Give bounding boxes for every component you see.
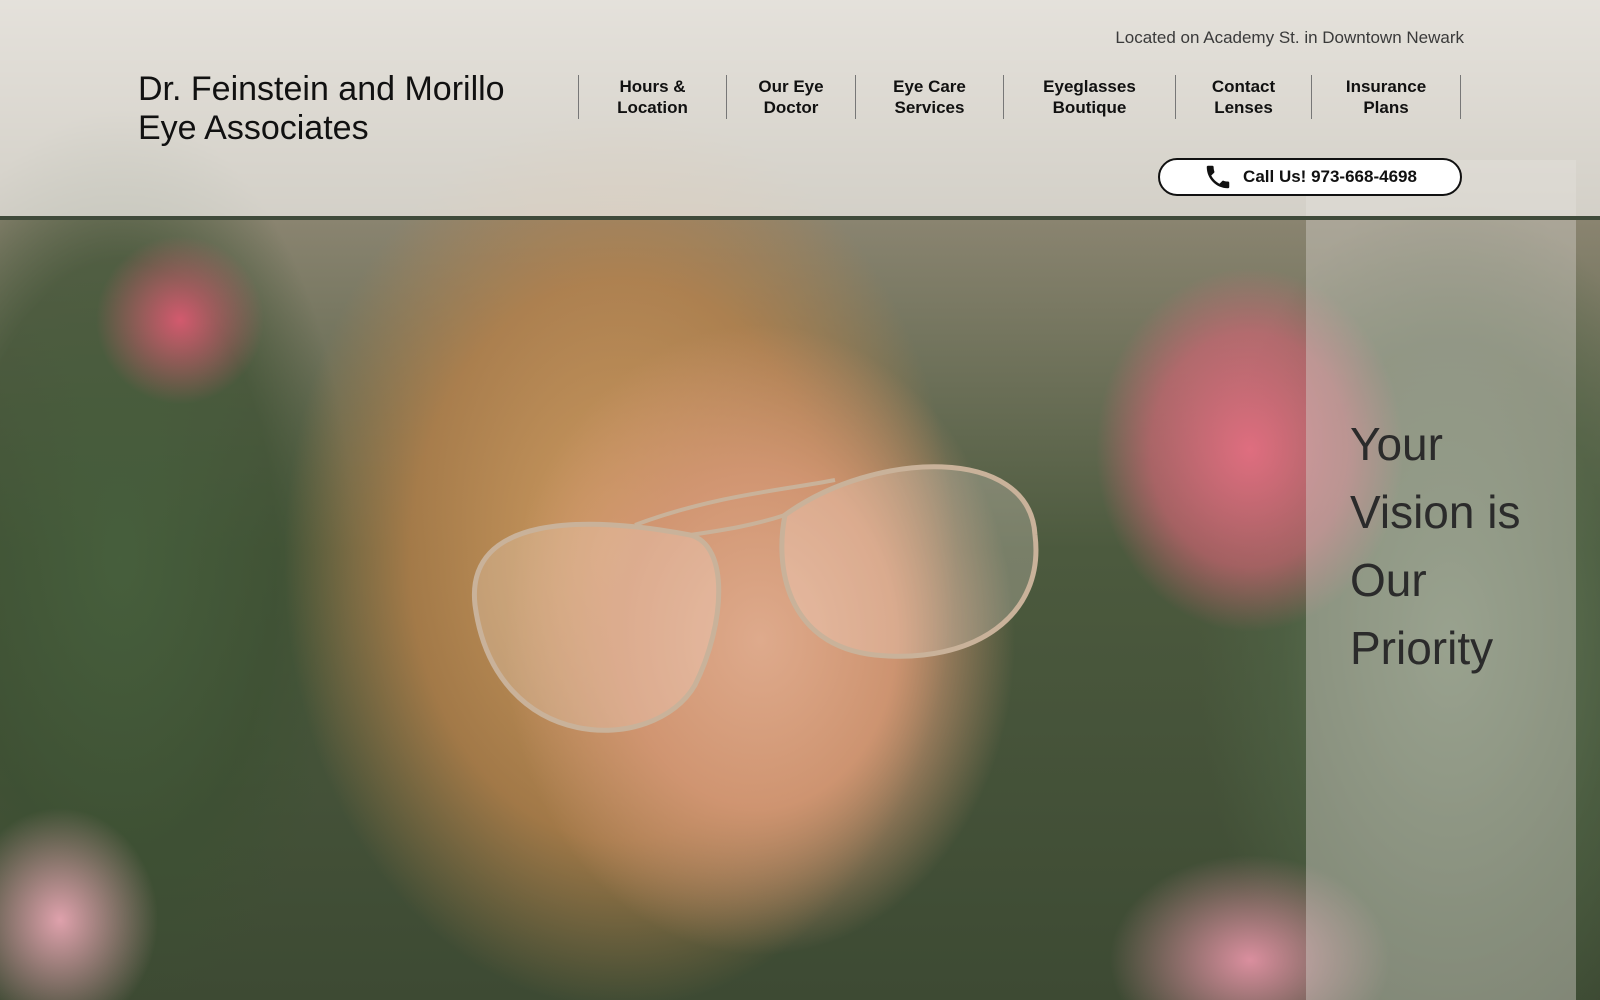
- nav-label-line-2: Plans: [1363, 98, 1409, 117]
- nav-label-line-1: Eyeglasses: [1043, 77, 1136, 96]
- nav-item-contact-lenses[interactable]: Contact Lenses: [1175, 75, 1311, 119]
- nav-item-eye-care-services[interactable]: Eye Care Services: [855, 75, 1003, 119]
- nav-label-line-2: Boutique: [1052, 98, 1127, 117]
- location-line: Located on Academy St. in Downtown Newar…: [1115, 28, 1464, 47]
- call-us-label: Call Us! 973-668-4698: [1243, 167, 1417, 186]
- nav-label-line-2: Services: [894, 98, 965, 117]
- nav-item-our-eye-doctor[interactable]: Our Eye Doctor: [726, 75, 855, 119]
- nav-label-line-2: Lenses: [1214, 98, 1273, 117]
- nav-item-insurance-plans[interactable]: Insurance Plans: [1311, 75, 1461, 119]
- nav-label-line-1: Our Eye: [758, 77, 824, 96]
- nav-item-eyeglasses-boutique[interactable]: Eyeglasses Boutique: [1003, 75, 1175, 119]
- nav-label-line-2: Location: [617, 98, 688, 117]
- phone-icon: [1206, 165, 1230, 189]
- tagline-word: Our: [1350, 554, 1427, 606]
- tagline-word: Vision is: [1350, 486, 1521, 538]
- hero-tagline: Your Vision is Our Priority: [1350, 410, 1570, 682]
- nav-label-line-1: Eye Care: [893, 77, 966, 96]
- tagline-word: Your: [1350, 418, 1443, 470]
- tagline-word: Priority: [1350, 622, 1494, 674]
- nav-label-line-1: Hours &: [619, 77, 686, 96]
- nav-label-line-1: Contact: [1211, 77, 1276, 96]
- main-nav: Hours & Location Our Eye Doctor Eye Care Se…: [578, 75, 1461, 119]
- nav-label-line-1: Insurance: [1345, 77, 1427, 96]
- page: Located on Academy St. in Downtown Newar…: [0, 0, 1600, 1000]
- call-us-button[interactable]: Call Us! 973-668-4698: [1158, 158, 1462, 196]
- site-header: Located on Academy St. in Downtown Newar…: [0, 0, 1600, 220]
- nav-item-hours-location[interactable]: Hours & Location: [578, 75, 726, 119]
- nav-label-line-2: Doctor: [763, 98, 819, 117]
- site-logo-title[interactable]: Dr. Feinstein and Morillo Eye Associates: [138, 70, 558, 148]
- brand-line-1: Dr. Feinstein and Morillo: [138, 70, 505, 108]
- brand-line-2: Eye Associates: [138, 109, 369, 147]
